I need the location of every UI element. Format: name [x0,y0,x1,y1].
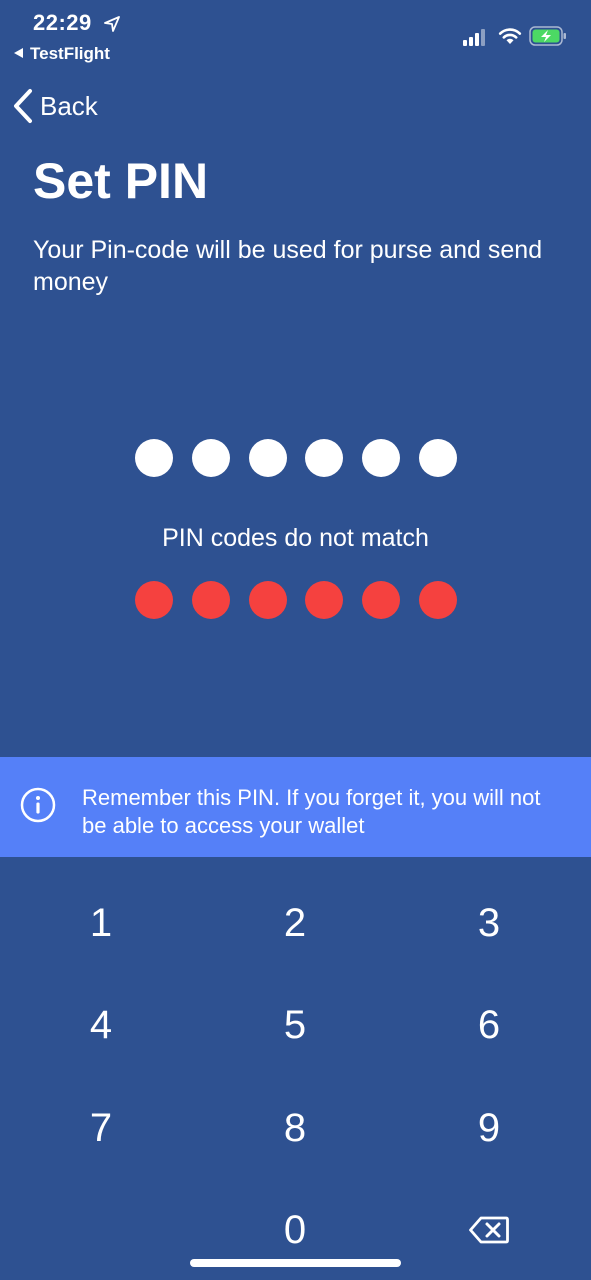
battery-charging-icon [529,26,566,46]
back-button[interactable]: Back [12,86,98,126]
key-8[interactable]: 8 [235,1080,355,1176]
pin-error-dot [362,581,401,619]
chevron-left-icon [14,89,32,123]
pin-dot [248,439,287,477]
delete-button[interactable] [429,1182,549,1278]
pin-error-dot [191,581,230,619]
wifi-icon [498,28,522,44]
back-label: Back [40,90,98,121]
testflight-back-link[interactable]: TestFlight [14,44,110,64]
status-time: 22:29 [33,10,92,35]
backspace-icon [469,1216,509,1244]
key-1[interactable]: 1 [41,875,161,971]
pin-dot [305,439,344,477]
cellular-signal-icon [463,29,485,46]
testflight-label: TestFlight [30,44,110,63]
set-pin-screen: 22:29 TestFlight Back Set PIN Your Pin-c… [0,0,591,1280]
key-6[interactable]: 6 [429,977,549,1073]
pin-error-dot [248,581,287,619]
pin-entry-dots [135,439,457,477]
key-5[interactable]: 5 [235,977,355,1073]
pin-dot [191,439,230,477]
key-4[interactable]: 4 [41,977,161,1073]
home-indicator[interactable] [190,1259,401,1267]
key-3[interactable]: 3 [429,875,549,971]
pin-dot [418,439,457,477]
pin-mismatch-error: PIN codes do not match [162,524,429,552]
page-subtitle: Your Pin-code will be used for purse and… [33,236,543,296]
pin-dot [135,439,173,477]
info-banner: Remember this PIN. If you forget it, you… [0,757,591,857]
back-triangle-icon [14,48,23,58]
info-banner-text: Remember this PIN. If you forget it, you… [82,785,541,838]
key-9[interactable]: 9 [429,1080,549,1176]
pin-dot [362,439,401,477]
key-7[interactable]: 7 [41,1080,161,1176]
pin-confirm-dots [135,581,457,619]
pin-error-dot [305,581,344,619]
location-arrow-icon [104,16,120,32]
key-2[interactable]: 2 [235,875,355,971]
page-title: Set PIN [33,153,209,209]
status-bar: 22:29 TestFlight [0,0,591,70]
pin-error-dot [418,581,457,619]
info-icon [20,787,56,823]
pin-error-dot [135,581,173,619]
